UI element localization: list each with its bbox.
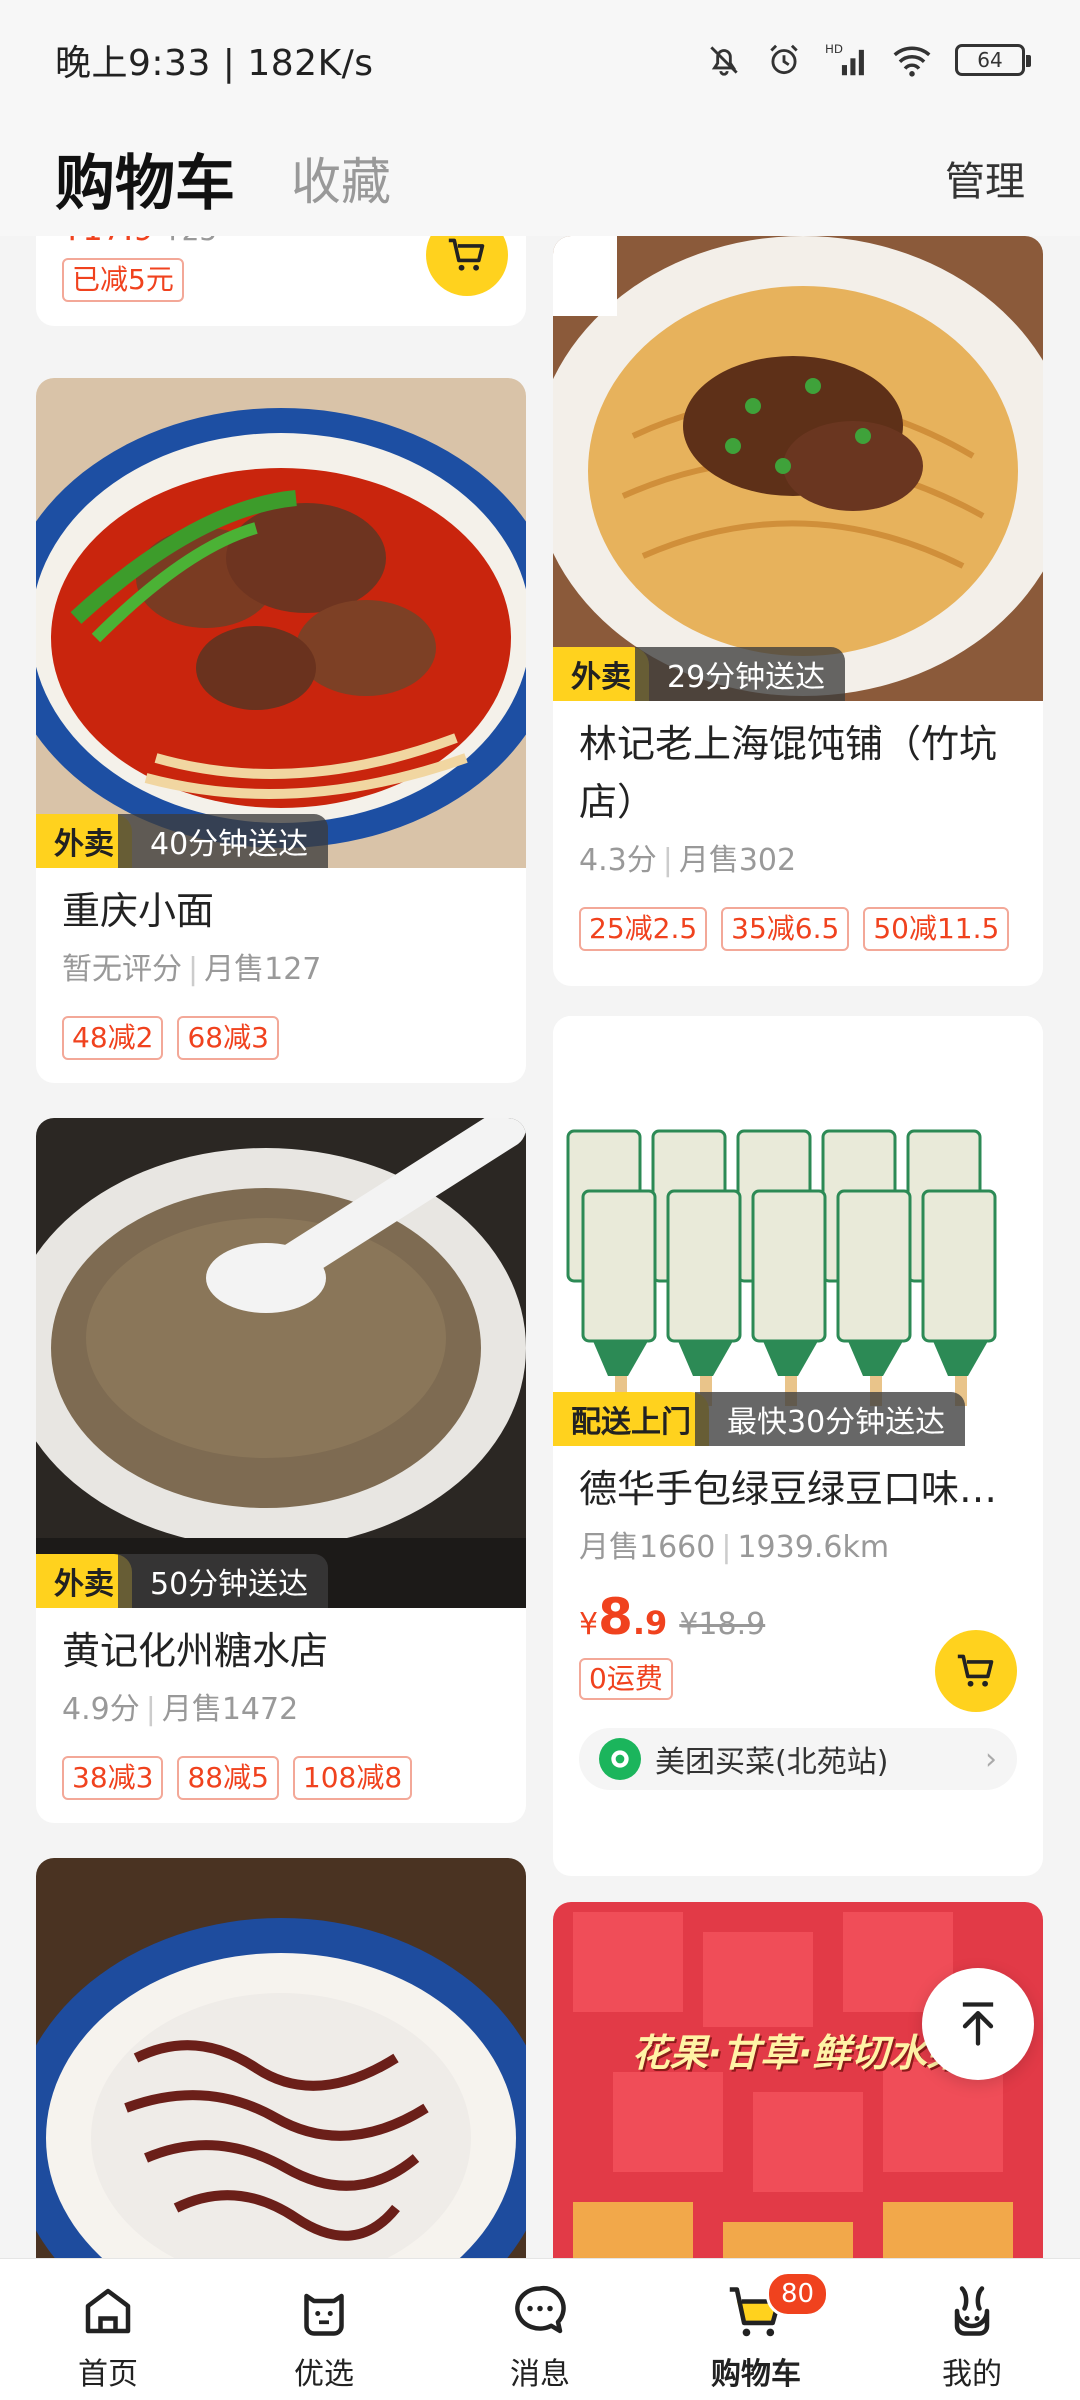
shop-image-rice-roll — [36, 1858, 526, 2258]
promo-tag: 88减5 — [177, 1756, 279, 1800]
product-price-partial: ¥17.9 ¥25 — [62, 236, 217, 248]
promo-tag: 48减2 — [62, 1016, 164, 1060]
promo-tag: 68减3 — [177, 1016, 279, 1060]
shop-image-noodle-soup: 外卖 40分钟送达 — [36, 378, 526, 868]
message-icon — [515, 2285, 566, 2334]
tab-favorites[interactable]: 收藏 — [291, 142, 391, 214]
cart-count-badge: 80 — [766, 2271, 830, 2317]
bear-icon — [304, 2293, 344, 2336]
tab-label: 首页 — [78, 2357, 138, 2392]
tab-me[interactable]: 我的 — [864, 2259, 1080, 2400]
arrow-up-icon — [962, 2002, 994, 2046]
bottom-tab-bar: 首页 优选 消息 80 购物车 我的 — [0, 2258, 1080, 2400]
delivery-eta: 29分钟送达 — [635, 647, 846, 701]
shop-card[interactable]: 外卖 40分钟送达 重庆小面 暂无评分 | 月售127 48减2 68减3 — [36, 378, 526, 1083]
battery-level: 64 — [977, 48, 1003, 72]
status-time: 晚上9:33 | 182K/s — [55, 43, 374, 84]
shop-image-watermelon: 花果·甘草·鲜切水果 — [553, 1902, 1043, 2258]
home-icon — [85, 2288, 131, 2334]
promo-tag: 35减6.5 — [721, 907, 850, 951]
promo-tag: 50减11.5 — [863, 907, 1010, 951]
wifi-icon — [893, 46, 931, 77]
shop-name: 黄记化州糖水店 — [62, 1629, 329, 1673]
shop-card[interactable] — [36, 1858, 526, 2258]
mute-bell-icon — [710, 46, 738, 76]
promo-list: 48减2 68减3 — [62, 1016, 500, 1060]
battery-icon: 64 — [955, 44, 1031, 76]
tab-label: 我的 — [942, 2357, 1002, 2392]
header: 购物车 收藏 管理 — [0, 120, 1080, 236]
status-bar: 晚上9:33 | 182K/s HD 64 — [0, 0, 1080, 120]
shop-meta: 4.9分 | 月售1472 — [62, 1692, 299, 1727]
svg-text:HD: HD — [825, 42, 843, 56]
station-link[interactable]: 美团买菜(北苑站) › — [579, 1728, 1017, 1790]
manage-button[interactable]: 管理 — [945, 149, 1025, 207]
meituan-grocery-logo-icon — [599, 1738, 641, 1780]
tab-label: 优选 — [294, 2357, 354, 2392]
delivery-tag: 配送上门 最快30分钟送达 — [553, 1392, 966, 1446]
cart-icon — [448, 238, 485, 271]
delivery-eta: 40分钟送达 — [118, 814, 329, 868]
shop-card[interactable]: 外卖 50分钟送达 黄记化州糖水店 4.9分 | 月售1472 38减3 88减5 … — [36, 1118, 526, 1823]
shop-card[interactable]: 外卖 29分钟送达 林记老上海馄饨铺（竹坑店） 4.3分 | 月售302 25减2.… — [553, 236, 1043, 986]
product-image-popsicles: 配送上门 最快30分钟送达 — [553, 1016, 1043, 1446]
station-name: 美团买菜(北苑站) — [655, 1745, 889, 1780]
discount-tag: 已减5元 — [62, 258, 184, 302]
chevron-right-icon: › — [985, 1741, 997, 1777]
shop-meta: 暂无评分 | 月售127 — [62, 952, 322, 987]
promo-list: 38减3 88减5 108减8 — [62, 1756, 500, 1800]
tab-messages[interactable]: 消息 — [432, 2259, 648, 2400]
tab-label: 消息 — [510, 2357, 570, 2392]
original-price: ¥18.9 — [679, 1607, 766, 1642]
tab-home[interactable]: 首页 — [0, 2259, 216, 2400]
product-name: 德华手包绿豆绿豆口味… — [579, 1467, 998, 1511]
add-to-cart-button[interactable] — [935, 1630, 1017, 1712]
delivery-tag: 外卖 40分钟送达 — [36, 814, 329, 868]
tab-preferred[interactable]: 优选 — [216, 2259, 432, 2400]
delivery-tag: 外卖 29分钟送达 — [553, 647, 846, 701]
alarm-icon — [770, 44, 798, 75]
delivery-tag: 外卖 50分钟送达 — [36, 1554, 329, 1608]
promo-list: 25减2.5 35减6.5 50减11.5 — [579, 907, 1017, 951]
signal-icon: HD — [825, 42, 864, 76]
shop-name: 林记老上海馄饨铺（竹坑店） — [579, 722, 998, 824]
shop-meta: 4.3分 | 月售302 — [579, 843, 797, 878]
shop-card[interactable]: 花果·甘草·鲜切水果 — [553, 1902, 1043, 2258]
delivery-type: 配送上门 — [553, 1392, 709, 1446]
rabbit-icon — [954, 2286, 990, 2336]
promo-tag: 108减8 — [292, 1756, 413, 1800]
shipping-tag: 0运费 — [579, 1658, 673, 1700]
tab-cart[interactable]: 80 购物车 — [648, 2259, 864, 2400]
cart-feed[interactable]: ¥17.9 ¥25 已减5元 — [0, 236, 1080, 2258]
back-to-top-button[interactable] — [922, 1968, 1034, 2080]
cart-icon — [957, 1654, 994, 1687]
shop-name: 重庆小面 — [62, 889, 215, 933]
status-icons: HD 64 — [705, 41, 1031, 79]
delivery-eta: 50分钟送达 — [118, 1554, 329, 1608]
shop-image-sweet-soup: 外卖 50分钟送达 — [36, 1118, 526, 1608]
page-title[interactable]: 购物车 — [55, 135, 235, 222]
tab-label: 购物车 — [711, 2357, 801, 2392]
shop-image-noodles: 外卖 29分钟送达 — [553, 236, 1043, 701]
promo-tag: 38减3 — [62, 1756, 164, 1800]
product-meta: 月售1660 | 1939.6km — [579, 1530, 890, 1565]
product-card-partial[interactable]: ¥17.9 ¥25 已减5元 — [36, 236, 526, 326]
product-card[interactable]: 配送上门 最快30分钟送达 德华手包绿豆绿豆口味… 月售1660 | 1939.6k… — [553, 1016, 1043, 1876]
promo-tag: 25减2.5 — [579, 907, 708, 951]
delivery-eta: 最快30分钟送达 — [695, 1392, 966, 1446]
